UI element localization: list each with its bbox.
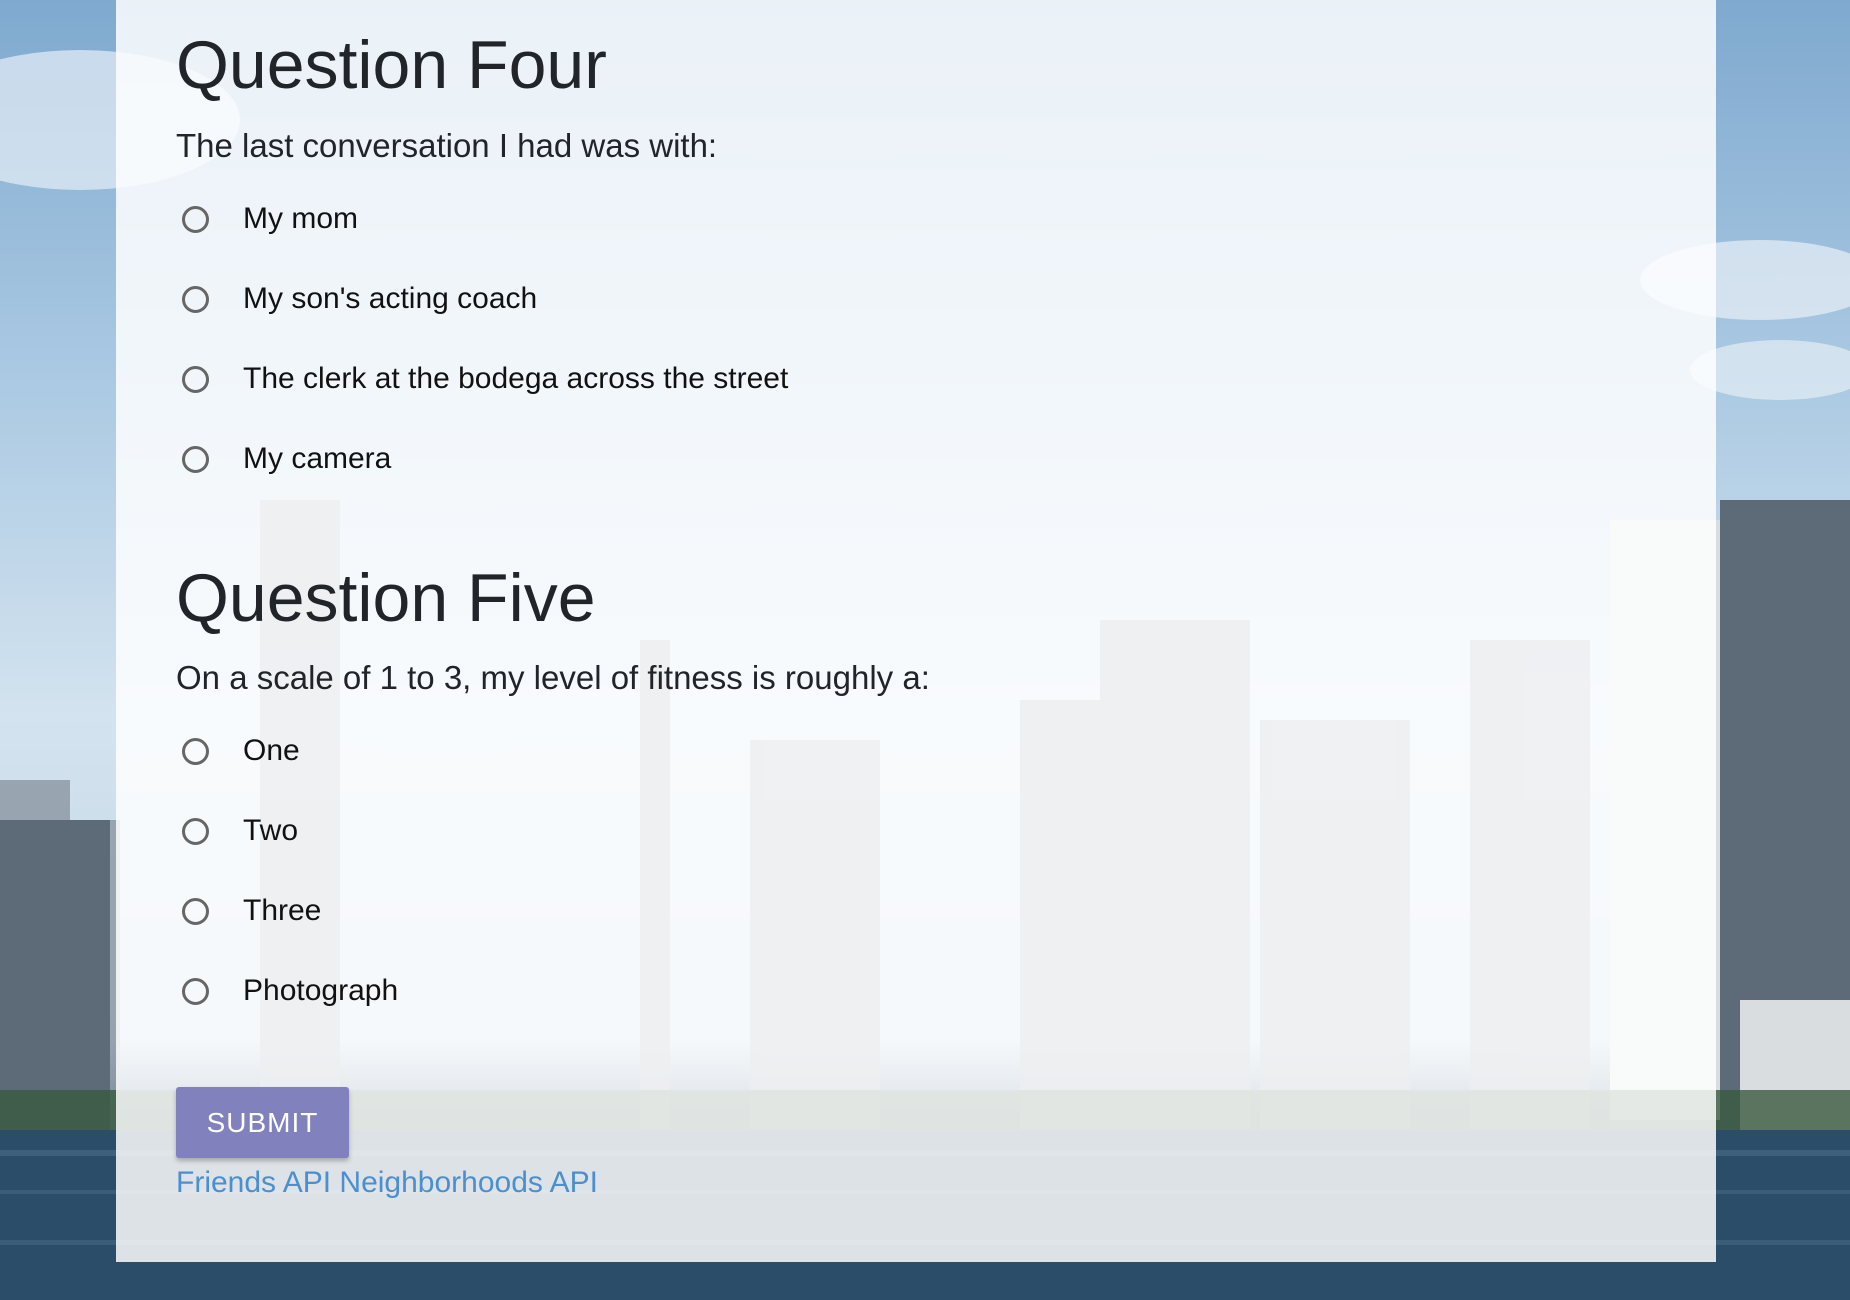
footer-links: Friends API Neighborhoods API xyxy=(176,1166,598,1200)
question-four-option-4[interactable]: My camera xyxy=(182,439,391,479)
radio-button[interactable] xyxy=(182,737,209,765)
question-four-option-2[interactable]: My son's acting coach xyxy=(182,279,537,319)
question-five-option-4[interactable]: Photograph xyxy=(182,971,398,1011)
option-label: Two xyxy=(243,814,299,847)
submit-button[interactable]: SUBMIT xyxy=(176,1087,349,1158)
question-five-title: Question Five xyxy=(176,560,596,636)
question-five-option-2[interactable]: Two xyxy=(182,811,298,851)
radio-button[interactable] xyxy=(182,817,209,845)
option-label: The clerk at the bodega across the stree… xyxy=(243,362,789,395)
radio-button[interactable] xyxy=(182,365,209,393)
radio-button[interactable] xyxy=(182,897,209,925)
question-four-option-3[interactable]: The clerk at the bodega across the stree… xyxy=(182,359,788,399)
friends-api-link[interactable]: Friends API xyxy=(176,1166,331,1199)
radio-button[interactable] xyxy=(182,445,209,473)
option-label: My camera xyxy=(243,442,392,475)
option-label: One xyxy=(243,734,300,767)
option-label: My son's acting coach xyxy=(243,282,538,315)
question-five-option-3[interactable]: Three xyxy=(182,891,321,931)
question-four-option-1[interactable]: My mom xyxy=(182,199,358,239)
neighborhoods-api-link[interactable]: Neighborhoods API xyxy=(339,1166,598,1199)
option-label: Three xyxy=(243,894,322,927)
option-label: My mom xyxy=(243,202,358,235)
question-four-title: Question Four xyxy=(176,27,607,103)
radio-button[interactable] xyxy=(182,205,209,233)
radio-button[interactable] xyxy=(182,977,209,1005)
question-five-option-1[interactable]: One xyxy=(182,731,300,771)
question-four-prompt: The last conversation I had was with: xyxy=(176,127,718,164)
question-five-prompt: On a scale of 1 to 3, my level of fitnes… xyxy=(176,659,930,696)
radio-button[interactable] xyxy=(182,285,209,313)
option-label: Photograph xyxy=(243,974,399,1007)
